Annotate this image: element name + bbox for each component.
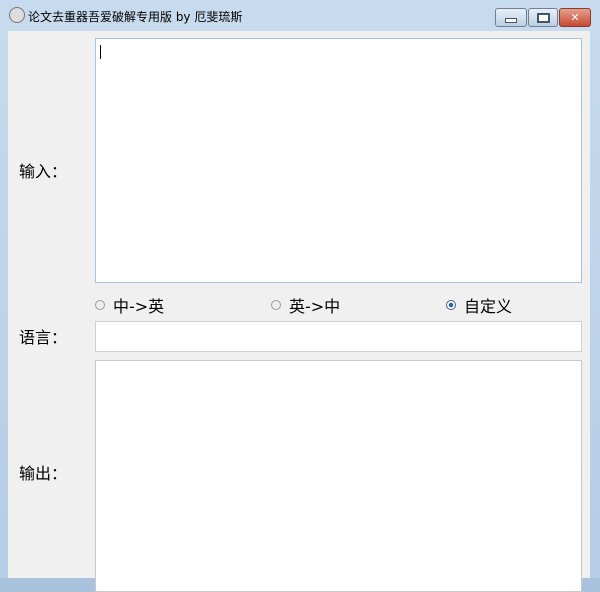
radio-en-zh[interactable]: 英->中	[271, 293, 340, 317]
radio-custom[interactable]: 自定义	[446, 293, 512, 317]
input-label: 输入：	[19, 162, 68, 181]
language-input[interactable]	[95, 321, 582, 352]
output-label: 输出：	[19, 464, 68, 483]
radio-label: 中->英	[113, 297, 165, 316]
language-label: 语言：	[19, 328, 68, 347]
radio-selected-icon	[446, 300, 456, 310]
radio-label: 英->中	[289, 297, 341, 316]
maximize-button[interactable]	[528, 8, 558, 27]
input-textarea[interactable]	[95, 38, 582, 283]
close-button[interactable]: ✕	[559, 8, 591, 27]
client-area: 输入： 中->英 英->中 自定义 语言： 输出：	[8, 31, 590, 592]
radio-label: 自定义	[464, 297, 513, 316]
close-icon: ✕	[570, 11, 580, 24]
radio-icon	[95, 300, 105, 310]
app-window: 论文去重器吾爱破解专用版 by 厄斐琉斯 ✕ 输入： 中->英 英->中 自定义…	[0, 0, 600, 592]
maximize-icon	[536, 13, 550, 23]
app-icon	[9, 7, 25, 23]
text-caret	[100, 45, 101, 59]
minimize-icon	[505, 18, 517, 23]
radio-icon	[271, 300, 281, 310]
minimize-button[interactable]	[495, 8, 527, 27]
radio-zh-en[interactable]: 中->英	[95, 293, 164, 317]
window-title: 论文去重器吾爱破解专用版 by 厄斐琉斯	[28, 10, 243, 24]
output-textarea[interactable]	[95, 360, 582, 592]
